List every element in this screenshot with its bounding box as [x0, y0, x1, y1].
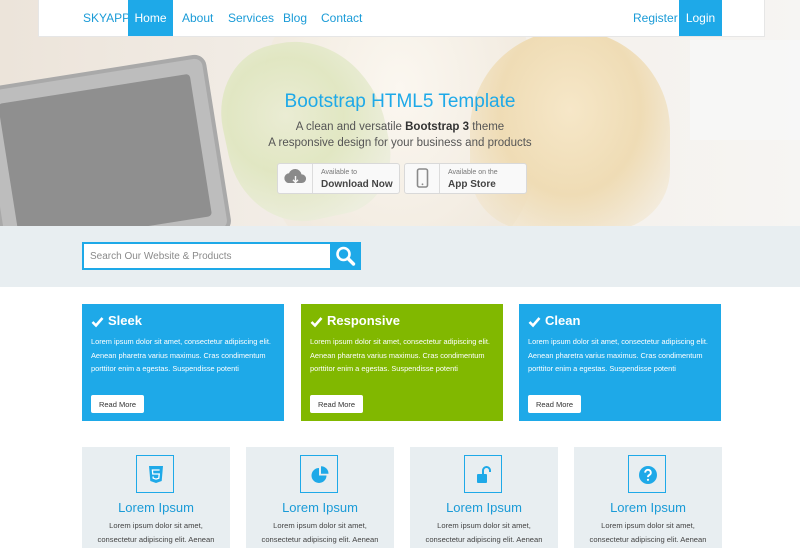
tile-text-line: consectetur adipiscing elit. Aenean: [589, 535, 707, 544]
tile-text-line: consectetur adipiscing elit. Aenean: [425, 535, 543, 544]
pie-chart-icon: [300, 455, 338, 493]
feature-card-responsive: Responsive Lorem ipsum dolor sit amet, c…: [301, 304, 503, 421]
nav-item-home[interactable]: Home: [128, 0, 173, 36]
login-button[interactable]: Login: [679, 0, 722, 36]
nav-item-blog[interactable]: Blog: [283, 0, 307, 36]
feature-text: Lorem ipsum dolor sit amet, consectetur …: [310, 337, 490, 374]
tile-text: Lorem ipsum dolor sit amet, consectetur a…: [246, 519, 394, 547]
appstore-big-label: App Store: [448, 179, 496, 190]
feature-text: Lorem ipsum dolor sit amet, consectetur …: [528, 337, 708, 374]
tile-text-line: Lorem ipsum dolor sit amet,: [601, 521, 695, 530]
info-tile: Lorem Ipsum Lorem ipsum dolor sit amet, c…: [82, 447, 230, 548]
check-icon: [310, 317, 323, 328]
top-navbar: SKYAPP Home About Services Blog Contact …: [38, 0, 765, 37]
nav-item-about[interactable]: About: [182, 0, 213, 36]
check-icon: [528, 317, 541, 328]
feature-title: Responsive: [327, 313, 400, 328]
html5-icon: [136, 455, 174, 493]
register-link[interactable]: Register: [633, 0, 678, 36]
search-input[interactable]: [82, 242, 331, 270]
check-icon: [91, 317, 104, 328]
feature-text: Lorem ipsum dolor sit amet, consectetur …: [91, 337, 271, 374]
tile-text-line: consectetur adipiscing elit. Aenean: [261, 535, 379, 544]
hero-subtitle-post: theme: [469, 121, 505, 133]
mobile-phone-icon: [405, 164, 440, 193]
tile-title: Lorem Ipsum: [282, 500, 358, 515]
cloud-download-icon: [278, 164, 313, 193]
info-tile: Lorem Ipsum Lorem ipsum dolor sit amet, c…: [246, 447, 394, 548]
tile-text-line: Lorem ipsum dolor sit amet,: [273, 521, 367, 530]
tile-text: Lorem ipsum dolor sit amet, consectetur a…: [82, 519, 230, 547]
hero-subtitle-pre: A clean and versatile: [295, 121, 406, 133]
tile-title: Lorem Ipsum: [118, 500, 194, 515]
tile-text: Lorem ipsum dolor sit amet, consectetur a…: [574, 519, 722, 547]
info-tile: Lorem Ipsum Lorem ipsum dolor sit amet, c…: [574, 447, 722, 548]
tile-title: Lorem Ipsum: [610, 500, 686, 515]
nav-item-services[interactable]: Services: [228, 0, 274, 36]
hero-tagline: A responsive design for your business an…: [268, 137, 532, 149]
feature-title: Sleek: [108, 313, 142, 328]
tile-text-line: Lorem ipsum dolor sit amet,: [437, 521, 531, 530]
feature-card-sleek: Sleek Lorem ipsum dolor sit amet, consec…: [82, 304, 284, 421]
download-big-label: Download Now: [321, 179, 393, 190]
app-store-button[interactable]: Available on the App Store: [404, 163, 527, 194]
tile-title: Lorem Ipsum: [446, 500, 522, 515]
brand-link[interactable]: SKYAPP: [83, 0, 130, 36]
read-more-button[interactable]: Read More: [528, 395, 581, 413]
hero-subtitle-bold: Bootstrap 3: [405, 121, 470, 133]
feature-card-clean: Clean Lorem ipsum dolor sit amet, consec…: [519, 304, 721, 421]
read-more-button[interactable]: Read More: [310, 395, 363, 413]
appstore-small-label: Available on the: [448, 169, 498, 176]
search-icon: [336, 246, 356, 266]
tile-text-line: consectetur adipiscing elit. Aenean: [97, 535, 215, 544]
download-now-button[interactable]: Available to Download Now: [277, 163, 400, 194]
hero-subtitle: A clean and versatile Bootstrap 3 theme: [0, 121, 800, 133]
read-more-button[interactable]: Read More: [91, 395, 144, 413]
search-button[interactable]: [330, 242, 361, 270]
question-circle-icon: [628, 455, 666, 493]
nav-item-contact[interactable]: Contact: [321, 0, 362, 36]
download-small-label: Available to: [321, 169, 358, 176]
hero-title: Bootstrap HTML5 Template: [284, 91, 516, 112]
tile-text: Lorem ipsum dolor sit amet, consectetur a…: [410, 519, 558, 547]
tile-text-line: Lorem ipsum dolor sit amet,: [109, 521, 203, 530]
feature-title: Clean: [545, 313, 581, 328]
unlock-icon: [464, 455, 502, 493]
info-tile: Lorem Ipsum Lorem ipsum dolor sit amet, c…: [410, 447, 558, 548]
